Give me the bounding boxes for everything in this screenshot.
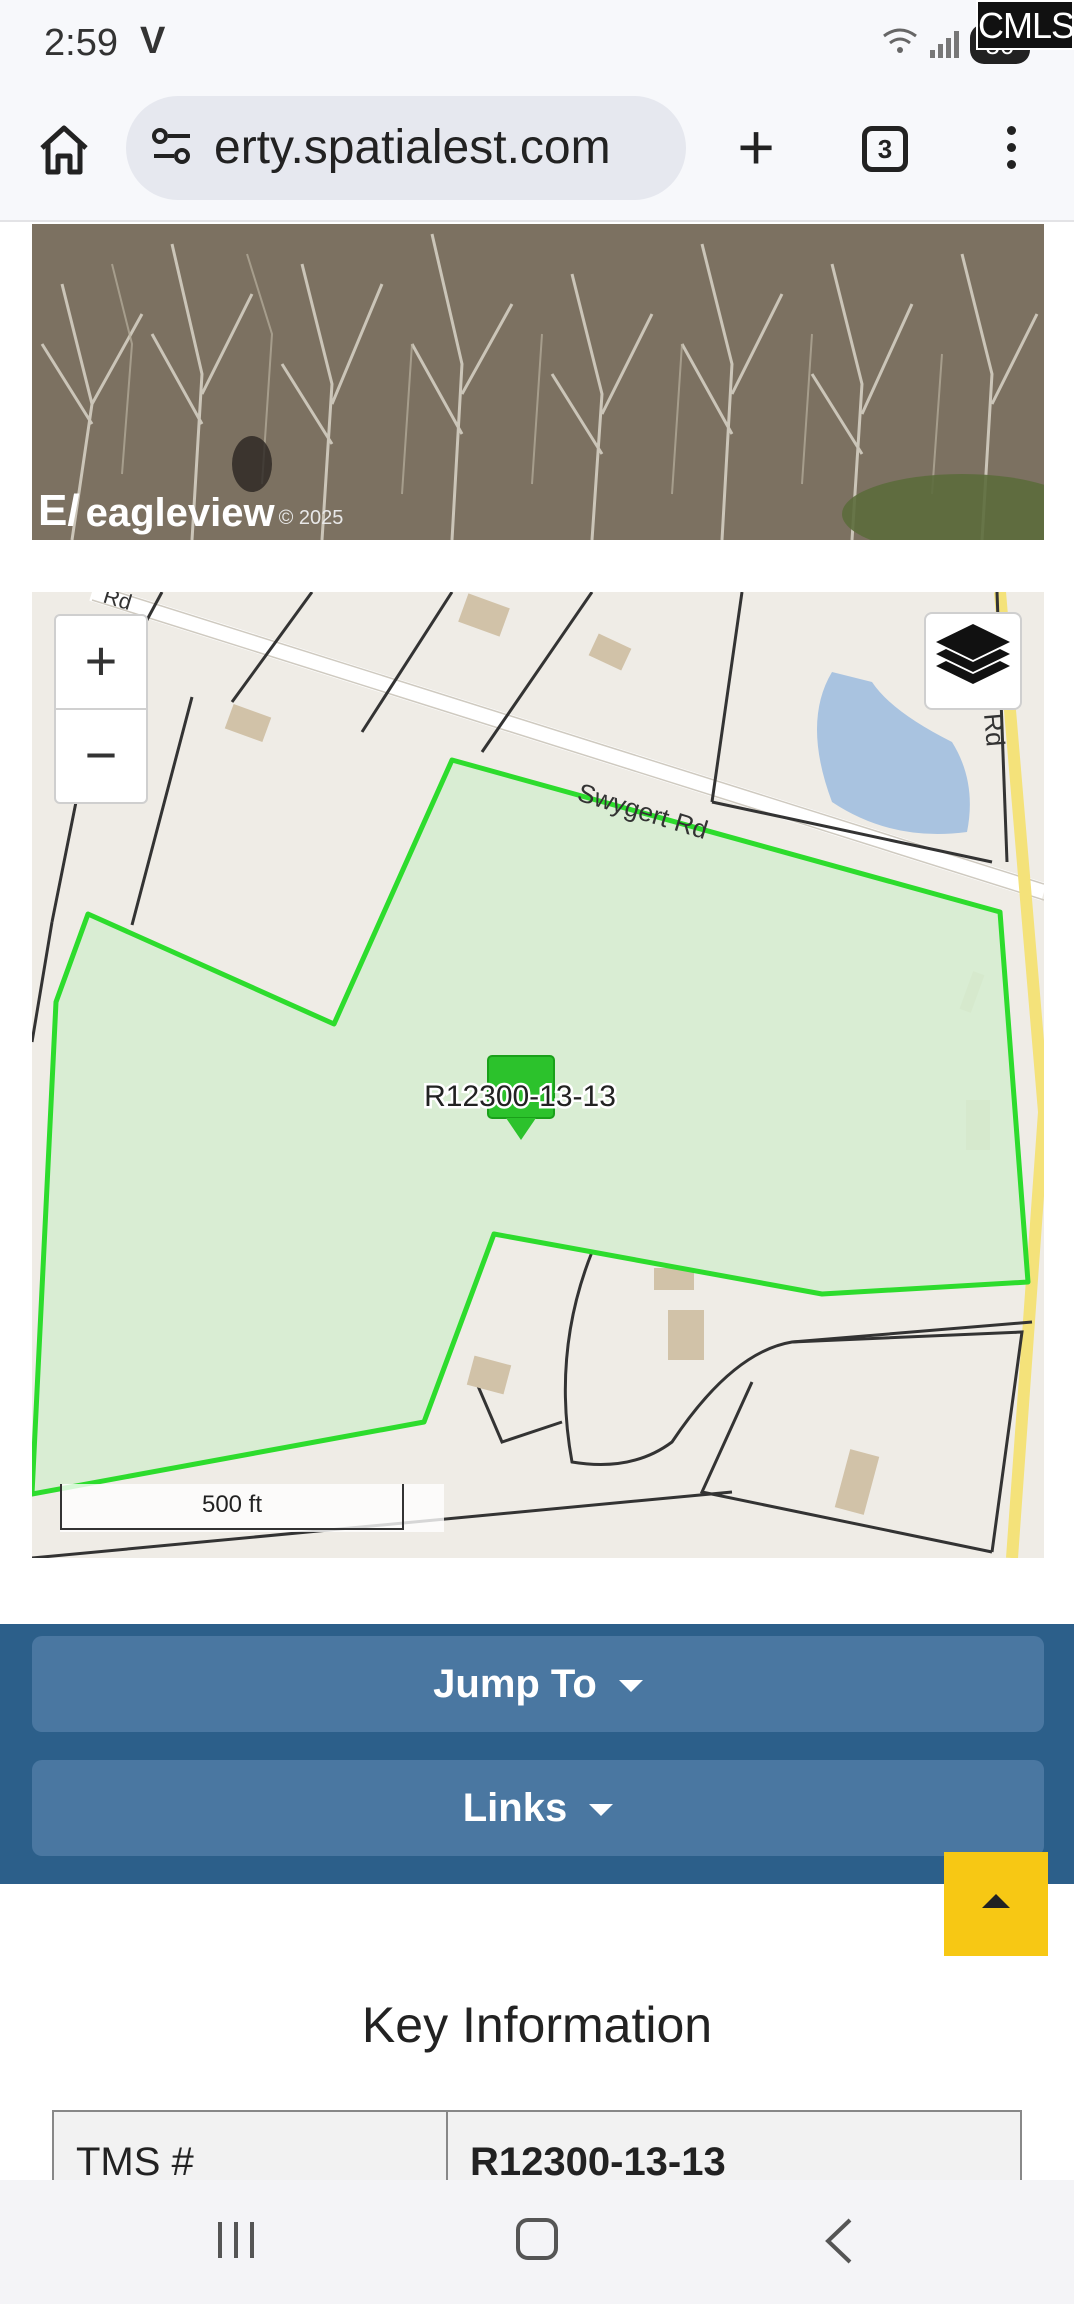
jump-to-button[interactable]: Jump To	[32, 1636, 1044, 1732]
new-tab-plus-icon[interactable]: +	[726, 112, 786, 182]
status-time: 2:59	[44, 22, 118, 64]
side-road-label: Rd	[978, 712, 1011, 748]
table-row-value: R12300-13-13	[470, 2140, 726, 2184]
zoom-out-button[interactable]: −	[56, 710, 146, 804]
status-bar: 2:59 V 50	[0, 0, 1074, 92]
scroll-to-top-button[interactable]	[944, 1852, 1048, 1956]
browser-toolbar: erty.spatialest.com + 3	[0, 92, 1074, 222]
back-icon[interactable]	[820, 2216, 860, 2266]
layers-icon	[936, 624, 1010, 684]
zoom-control: + −	[54, 614, 148, 804]
signal-icon	[930, 31, 959, 58]
caret-down-icon	[589, 1804, 614, 1817]
caret-up-icon	[982, 1894, 1010, 1908]
links-button[interactable]: Links	[32, 1760, 1044, 1856]
system-home-icon[interactable]	[516, 2218, 558, 2260]
links-label: Links	[462, 1786, 568, 1830]
system-nav-bar	[0, 2180, 1074, 2304]
caret-down-icon	[618, 1680, 643, 1693]
tab-switcher-button[interactable]: 3	[862, 126, 908, 172]
overflow-menu-icon[interactable]	[996, 122, 1026, 178]
eagleview-logo: E/ eagleview © 2025	[38, 486, 344, 535]
map-canvas[interactable]: Swygert Rd Rd Rd R12300-13-13	[32, 592, 1044, 1558]
jump-to-label: Jump To	[433, 1662, 597, 1706]
site-settings-icon[interactable]	[150, 126, 194, 166]
layers-button[interactable]	[924, 612, 1022, 710]
wifi-icon	[883, 28, 917, 53]
cmls-watermark: CMLS	[976, 0, 1074, 50]
url-text: erty.spatialest.com	[214, 121, 611, 174]
home-icon[interactable]	[34, 120, 94, 180]
section-nav: Jump To Links	[0, 1624, 1074, 1884]
address-bar[interactable]: erty.spatialest.com	[126, 96, 686, 200]
zoom-in-button[interactable]: +	[56, 616, 146, 710]
parcel-label: R12300-13-13	[424, 1080, 616, 1113]
aerial-photo: E/ eagleview © 2025	[32, 224, 1044, 540]
scale-label: 500 ft	[60, 1484, 404, 1530]
section-title: Key Information	[361, 1997, 713, 2053]
map-scale: 500 ft	[60, 1484, 444, 1532]
table-row-label: TMS #	[76, 2140, 194, 2184]
key-info-table: TMS # R12300-13-13	[52, 2110, 1022, 2184]
carrier-icon: V	[140, 20, 166, 62]
parcel-map[interactable]: Swygert Rd Rd Rd R12300-13-13 + − 500 ft	[32, 592, 1044, 1558]
recents-icon[interactable]	[214, 2218, 260, 2262]
